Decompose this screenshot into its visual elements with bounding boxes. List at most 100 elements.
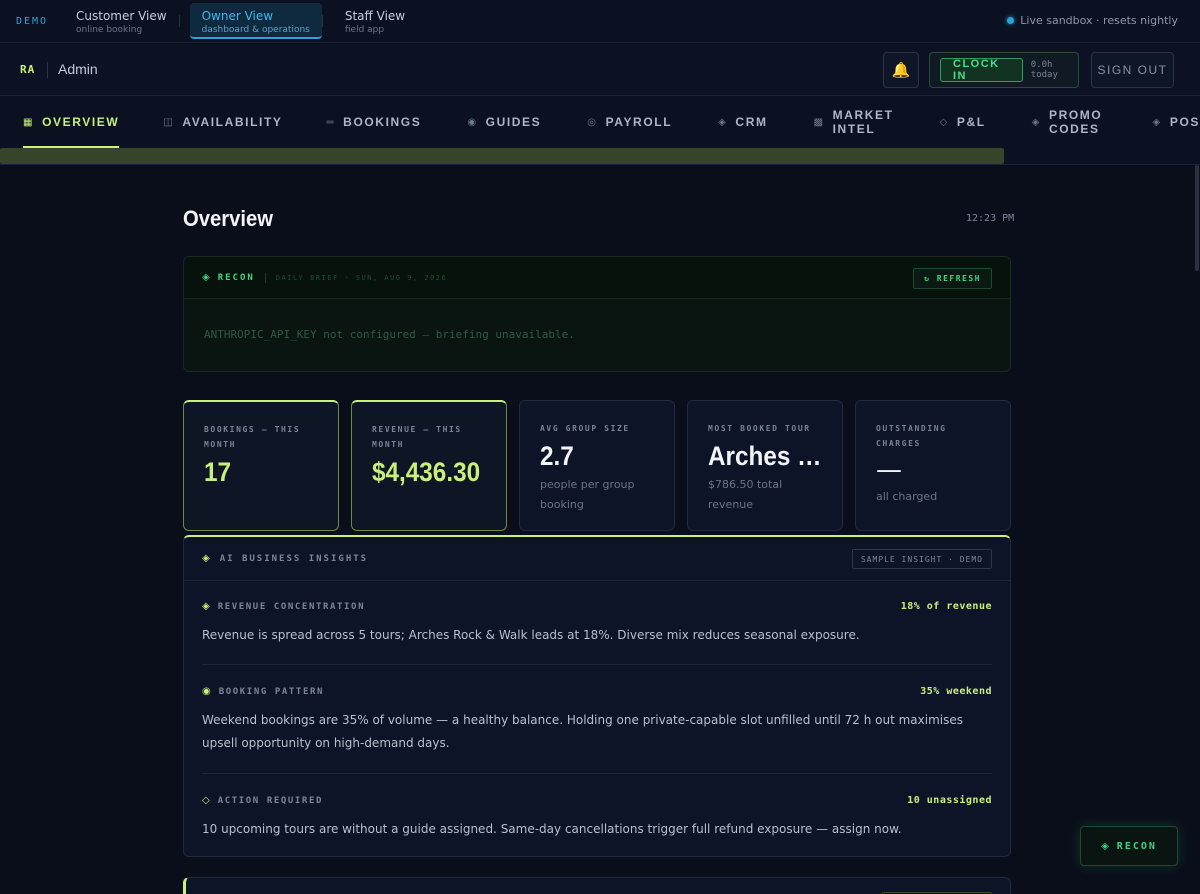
tab-pnl[interactable]: ◇ P&L [940,96,986,148]
ai-insights-card: ◈ AI BUSINESS INSIGHTS SAMPLE INSIGHT · … [183,535,1011,857]
tab-overview[interactable]: ▦ OVERVIEW [23,96,120,148]
insight-item: ◉ BOOKING PATTERN 35% weekend Weekend bo… [202,686,992,755]
diamond-icon: ◈ [202,601,210,612]
view-tab-staff[interactable]: Staff View field app [333,3,417,39]
recon-divider [264,272,266,283]
stat-card-bookings: BOOKINGS — THIS MONTH 17 [183,400,339,531]
nav-scrollbar[interactable] [0,148,1200,165]
insight-body: Weekend bookings are 35% of volume — a h… [202,713,963,750]
view-tab-label: Staff View [344,9,406,23]
insight-item: ◇ ACTION REQUIRED 10 unassigned 10 upcom… [202,795,992,841]
tab-label: PROMO CODES [1048,108,1103,136]
coin-icon: ◎ [587,116,598,128]
notifications-button[interactable]: 🔔 [883,52,919,88]
insights-diamond-icon: ◈ [202,553,210,564]
recon-message: ANTHROPIC_API_KEY not configured — brief… [204,328,575,341]
tab-label: OVERVIEW [42,115,120,129]
sample-badge: SAMPLE INSIGHT · DEMO [851,549,992,569]
tab-guides[interactable]: ◉ GUIDES [467,96,541,148]
tab-label: PAYROLL [605,115,673,129]
refresh-button[interactable]: ↻ REFRESH [913,268,992,289]
recon-header: ◈ RECON DAILY BRIEF · SUN, AUG 9, 2026 [184,257,1010,299]
view-tab-label: Customer View [76,9,167,23]
insight-title: BOOKING PATTERN [218,686,325,697]
main-nav: ▦ OVERVIEW ◫ AVAILABILITY ═ BOOKINGS ◉ G… [0,96,1200,148]
page-scrollbar[interactable] [1194,165,1200,894]
hours-today: 0.0h today [1030,60,1058,80]
clock-in-panel: CLOCK IN 0.0h today [929,52,1079,88]
stat-card-avg-group: AVG GROUP SIZE 2.7 people per group book… [519,400,675,531]
stat-value: — [876,455,902,485]
current-time: 12:23 PM [966,213,1015,224]
stat-label: BOOKINGS — THIS MONTH [204,425,301,449]
demo-bar: DEMO Customer View online booking Owner … [0,0,1200,43]
app-header: RA Admin 🔔 CLOCK IN 0.0h today SIGN OUT [0,44,1200,96]
clock-in-button[interactable]: CLOCK IN [940,58,1023,82]
stat-value: $4,436.30 [372,457,481,487]
stat-label: MOST BOOKED TOUR [708,424,811,433]
target-icon: ◉ [202,686,211,697]
tab-pos[interactable]: ◈ POS [1153,96,1200,148]
stat-card-outstanding: OUTSTANDING CHARGES — all charged [855,400,1011,531]
insight-body: 10 upcoming tours are without a guide as… [202,822,902,836]
insight-item: ◈ REVENUE CONCENTRATION 18% of revenue R… [202,601,992,647]
view-tab-sub: online booking [76,25,143,35]
tab-label: BOOKINGS [343,115,422,129]
bell-icon: 🔔 [891,61,911,79]
tab-bookings[interactable]: ═ BOOKINGS [326,96,421,148]
list-icon: ═ [326,116,336,128]
view-tab-label: Owner View [201,9,274,23]
diamond-icon: ◈ [718,116,728,128]
insight-metric: 35% weekend [920,686,992,697]
stat-card-top-tour: MOST BOOKED TOUR Arches Rock & Walk $786… [687,400,843,531]
tab-label: CRM [735,115,768,129]
person-icon: ◉ [467,116,478,128]
recon-floating-label: RECON [1116,840,1157,852]
tab-label: GUIDES [485,115,542,129]
user-initials: RA [20,63,36,76]
stat-sub: people per group booking [540,478,635,511]
stat-card-revenue: REVENUE — THIS MONTH $4,436.30 [351,400,507,531]
view-tab-owner[interactable]: Owner View dashboard & operations [189,3,322,39]
stat-sub: $786.50 total revenue [708,478,783,511]
calendar-icon: ◫ [163,116,175,128]
insight-metric: 18% of revenue [900,601,992,612]
insight-title: REVENUE CONCENTRATION [217,601,366,612]
recon-subtitle: DAILY BRIEF · SUN, AUG 9, 2026 [275,273,448,282]
sandbox-status: Live sandbox · resets nightly [1007,14,1178,27]
tab-payroll[interactable]: ◎ PAYROLL [587,96,672,148]
diamond-outline-icon: ◇ [939,116,949,128]
tab-label: AVAILABILITY [182,115,283,129]
stat-value: 2.7 [540,441,574,471]
sign-out-button[interactable]: SIGN OUT [1091,52,1174,88]
recon-brief-card: ◈ RECON DAILY BRIEF · SUN, AUG 9, 2026 ↻… [183,256,1011,372]
recon-diamond-icon: ◈ [1101,840,1109,852]
diamond-outline-icon: ◇ [202,795,210,806]
insight-metric: 10 unassigned [907,795,992,806]
demo-tag: DEMO [16,15,49,27]
recon-diamond-icon: ◈ [202,272,210,283]
nav-scrollbar-thumb[interactable] [0,148,1004,164]
grid-icon: ▦ [23,116,35,128]
recon-title: RECON [217,272,255,283]
recon-floating-button[interactable]: ◈ RECON [1080,826,1178,866]
tab-promo-codes[interactable]: ◈ PROMO CODES [1032,96,1107,148]
page-scrollbar-thumb[interactable] [1195,165,1199,271]
stat-value: 17 [204,457,232,487]
view-tab-customer[interactable]: Customer View online booking [64,3,179,39]
view-tab-sub: dashboard & operations [201,25,310,35]
stat-label: OUTSTANDING CHARGES [876,424,947,448]
insight-divider [202,664,992,665]
header-divider [47,62,48,78]
chart-icon: ▩ [813,116,825,128]
tab-market-intel[interactable]: ▩ MARKET INTEL [814,96,894,148]
live-dot-icon [1007,17,1015,24]
stat-label: AVG GROUP SIZE [540,424,630,433]
view-tab-sub: field app [344,25,385,35]
tab-crm[interactable]: ◈ CRM [718,96,767,148]
tab-availability[interactable]: ◫ AVAILABILITY [163,96,282,148]
view-separator [321,15,323,27]
tab-label: POS [1169,115,1200,129]
insight-divider [202,773,992,774]
page-title: Overview [183,206,274,231]
